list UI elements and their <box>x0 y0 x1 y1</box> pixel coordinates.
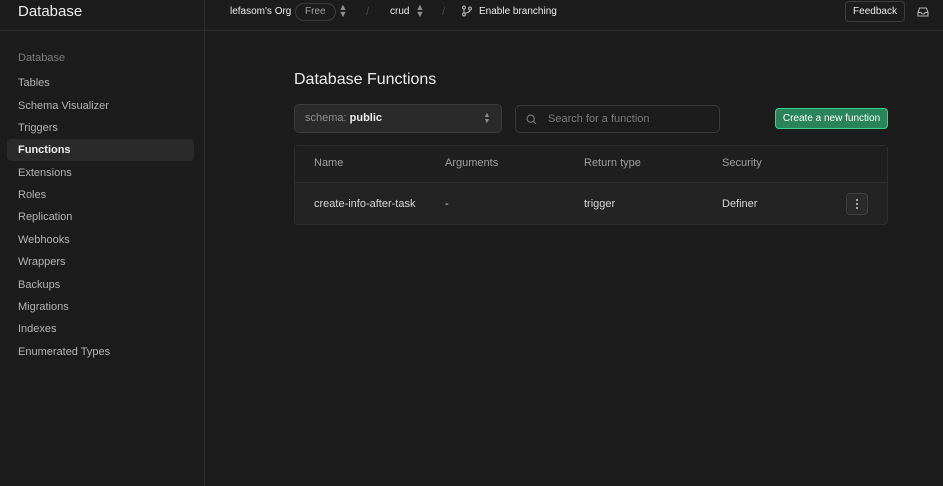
sidebar-item-migrations[interactable]: Migrations <box>7 296 194 318</box>
top-bar: Database lefasom's Org Free ▲ ▼ / crud ▲ ▼… <box>0 0 943 31</box>
create-function-button[interactable]: Create a new function <box>775 108 888 129</box>
schema-select-value: public <box>349 112 383 124</box>
search-box <box>515 105 720 133</box>
cell-security: Definer <box>722 198 758 210</box>
chevron-up-down-icon[interactable]: ▲ ▼ <box>338 3 348 19</box>
git-branch-icon[interactable] <box>461 5 473 17</box>
chevron-up-down-icon: ▲ ▼ <box>483 112 491 125</box>
inbox-icon[interactable] <box>916 5 930 19</box>
column-header-arguments: Arguments <box>445 157 499 169</box>
breadcrumb-separator: / <box>442 4 446 18</box>
sidebar-item-indexes[interactable]: Indexes <box>7 318 194 340</box>
plan-badge: Free <box>295 3 336 21</box>
schema-select[interactable]: schema: public ▲ ▼ <box>294 104 502 133</box>
cell-return-type: trigger <box>584 198 616 210</box>
project-name[interactable]: crud <box>390 6 409 17</box>
enable-branching-button[interactable]: Enable branching <box>479 6 557 17</box>
column-header-return-type: Return type <box>584 157 641 169</box>
sidebar-item-replication[interactable]: Replication <box>7 206 194 228</box>
sidebar-item-enumerated-types[interactable]: Enumerated Types <box>7 341 194 363</box>
schema-select-prefix: schema: <box>305 112 347 124</box>
sidebar-item-wrappers[interactable]: Wrappers <box>7 251 194 273</box>
cell-arguments: - <box>445 198 449 210</box>
topbar-divider <box>204 0 205 31</box>
breadcrumb-separator: / <box>366 4 370 18</box>
sidebar-item-schema-visualizer[interactable]: Schema Visualizer <box>7 95 194 117</box>
table-header: Name Arguments Return type Security <box>295 146 887 183</box>
org-name[interactable]: lefasom's Org <box>230 6 291 17</box>
sidebar-item-tables[interactable]: Tables <box>7 72 194 94</box>
sidebar-item-extensions[interactable]: Extensions <box>7 162 194 184</box>
chevron-up-down-icon[interactable]: ▲ ▼ <box>415 3 425 19</box>
sidebar-item-triggers[interactable]: Triggers <box>7 117 194 139</box>
feedback-button[interactable]: Feedback <box>845 1 905 22</box>
sidebar-item-backups[interactable]: Backups <box>7 274 194 296</box>
app-title: Database <box>18 3 83 20</box>
sidebar-heading: Database <box>18 52 66 64</box>
column-header-name: Name <box>314 157 344 169</box>
search-icon <box>526 114 537 125</box>
sidebar: Database Tables Schema Visualizer Trigge… <box>0 31 205 486</box>
cell-function-name: create-info-after-task <box>314 198 416 210</box>
sidebar-item-functions[interactable]: Functions <box>7 139 194 161</box>
functions-table: Name Arguments Return type Security crea… <box>294 145 888 225</box>
more-vertical-icon <box>856 199 858 209</box>
row-actions-button[interactable] <box>846 193 868 215</box>
search-input[interactable] <box>548 106 716 132</box>
page-title: Database Functions <box>294 71 437 88</box>
sidebar-item-roles[interactable]: Roles <box>7 184 194 206</box>
sidebar-item-webhooks[interactable]: Webhooks <box>7 229 194 251</box>
column-header-security: Security <box>722 157 762 169</box>
